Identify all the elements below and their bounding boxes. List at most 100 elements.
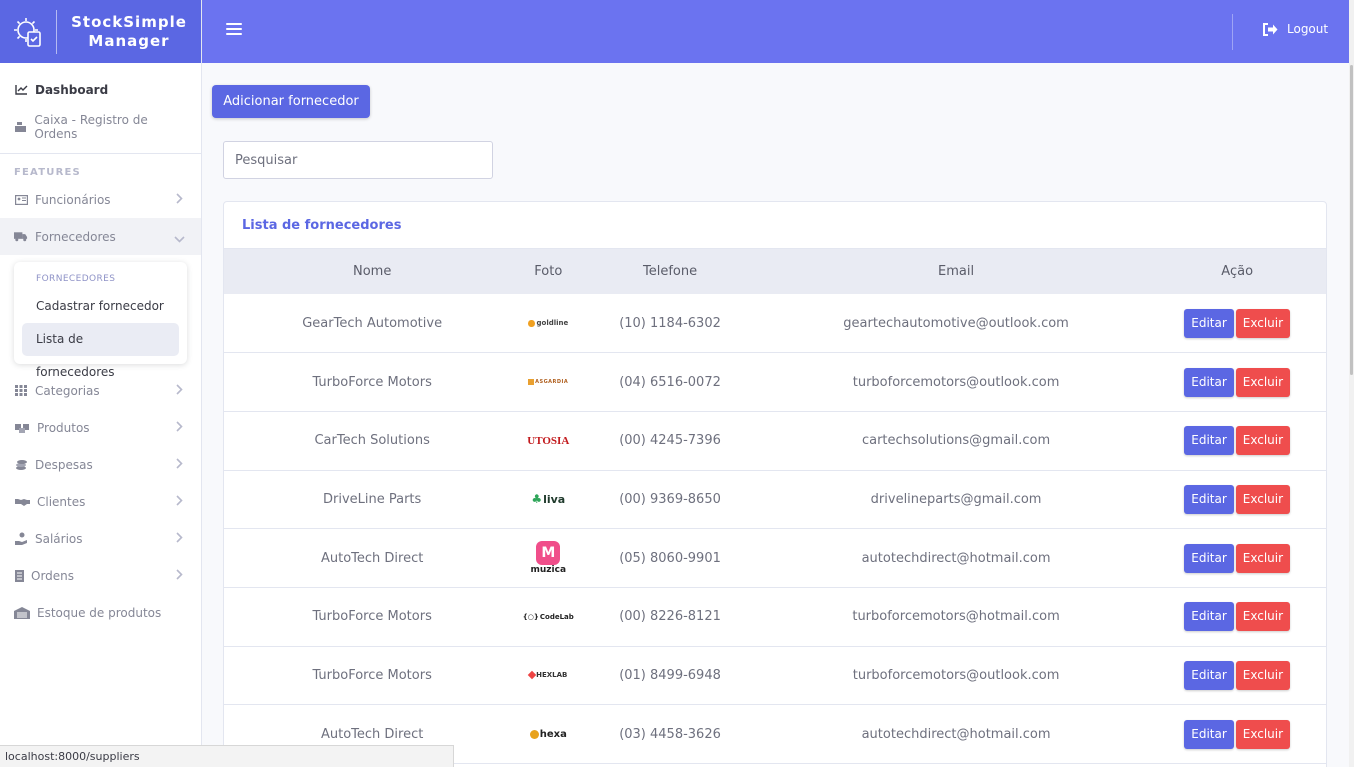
supplier-phone: (03) 4458-3626: [619, 726, 721, 742]
supplier-email: autotechdirect@hotmail.com: [861, 550, 1051, 566]
supplier-email: autotechdirect@hotmail.com: [861, 726, 1051, 742]
supplier-email: cartechsolutions@gmail.com: [861, 433, 1051, 449]
handshake-icon: [14, 495, 30, 509]
edit-button[interactable]: Editar: [1184, 308, 1234, 338]
edit-button[interactable]: Editar: [1184, 602, 1234, 632]
logo-text: hexa: [539, 728, 567, 740]
edit-button[interactable]: Editar: [1184, 719, 1234, 749]
coins-icon: [14, 458, 28, 472]
column-header-email[interactable]: Email: [764, 249, 1149, 294]
delete-button[interactable]: Excluir: [1235, 660, 1291, 690]
supplier-name: TurboForce Motors: [312, 667, 432, 683]
logo-text: HEXLAB: [536, 671, 568, 680]
supplier-logo: hexa: [528, 716, 568, 752]
supplier-phone: (00) 4245-7396: [619, 433, 721, 449]
supplier-logo: HEXLAB: [527, 657, 568, 693]
column-header-telefone[interactable]: Telefone: [576, 249, 764, 294]
edit-button[interactable]: Editar: [1184, 484, 1234, 514]
supplier-name: CarTech Solutions: [314, 433, 430, 449]
delete-button[interactable]: Excluir: [1235, 308, 1291, 338]
cash-register-icon: [14, 120, 27, 134]
column-header-foto[interactable]: Foto: [520, 249, 576, 294]
edit-button[interactable]: Editar: [1184, 660, 1234, 690]
sidebar-item-label: Dashboard: [35, 82, 109, 97]
logo-text: ASGARDIA: [535, 379, 569, 386]
table-row: TurboForce Motors ASGARDIA (04) 6516-007…: [224, 353, 1326, 412]
table-row: AutoTech Direct Mmuzica (05) 8060-9901 a…: [224, 529, 1326, 588]
sidebar-item-fornecedores[interactable]: Fornecedores: [0, 218, 201, 255]
search-input[interactable]: [223, 141, 493, 179]
chevron-right-icon: [176, 421, 183, 435]
edit-button[interactable]: Editar: [1184, 543, 1234, 573]
edit-button[interactable]: Editar: [1184, 367, 1234, 397]
truck-icon: [14, 230, 28, 244]
sidebar-item-label: Caixa - Registro de Ordens: [34, 112, 148, 141]
receipt-icon: [14, 569, 24, 583]
add-supplier-button[interactable]: Adicionar fornecedor: [212, 85, 370, 118]
sidebar-divider: [0, 153, 201, 154]
sidebar-item-label: Categorias: [35, 383, 100, 398]
sidebar-item-label: Salários: [35, 531, 83, 546]
sidebar-item-despesas[interactable]: Despesas: [0, 446, 201, 483]
delete-button[interactable]: Excluir: [1235, 484, 1291, 514]
sidebar-item-funcionarios[interactable]: Funcionários: [0, 181, 201, 218]
sidebar-item-produtos[interactable]: Produtos: [0, 409, 201, 446]
sidebar-heading-features: FEATURES: [14, 167, 81, 178]
brand[interactable]: StockSimple Manager: [0, 0, 201, 63]
chevron-right-icon: [176, 532, 183, 546]
boxes-icon: [14, 421, 30, 435]
table-row: CarTech Solutions UTOSIA (00) 4245-7396 …: [224, 411, 1326, 471]
sidebar-item-dashboard[interactable]: Dashboard: [0, 71, 201, 108]
chevron-right-icon: [176, 495, 183, 509]
logout-button[interactable]: Logout: [1262, 22, 1328, 36]
supplier-name: TurboForce Motors: [312, 374, 432, 390]
supplier-logo: UTOSIA: [527, 423, 570, 459]
sidebar-item-clientes[interactable]: Clientes: [0, 483, 201, 520]
chevron-right-icon: [176, 569, 183, 583]
chart-line-icon: [14, 83, 28, 97]
menu-toggle-icon[interactable]: [226, 23, 242, 37]
supplier-name: TurboForce Motors: [312, 609, 432, 625]
table-row: TurboForce Motors HEXLAB (01) 8499-6948 …: [224, 646, 1326, 705]
suppliers-card: Lista de fornecedores Nome Foto Telefone…: [223, 201, 1327, 767]
delete-button[interactable]: Excluir: [1235, 367, 1291, 397]
sidebar-item-label: Despesas: [35, 457, 93, 472]
supplier-phone: (00) 9369-8650: [619, 491, 721, 507]
delete-button[interactable]: Excluir: [1235, 602, 1291, 632]
submenu-item-cadastrar-fornecedor[interactable]: Cadastrar fornecedor: [22, 290, 179, 323]
column-header-nome[interactable]: Nome: [224, 249, 520, 294]
sidebar-item-label: Ordens: [31, 568, 75, 583]
delete-button[interactable]: Excluir: [1235, 543, 1291, 573]
brand-title-line2: Manager: [88, 31, 170, 50]
sidebar: StockSimple Manager Dashboard Caixa - Re…: [0, 0, 202, 767]
page-scrollbar[interactable]: [1349, 0, 1354, 767]
hand-money-icon: [14, 532, 28, 546]
delete-button[interactable]: Excluir: [1235, 719, 1291, 749]
supplier-phone: (04) 6516-0072: [619, 374, 721, 390]
supplier-name: GearTech Automotive: [302, 315, 443, 331]
sidebar-item-salarios[interactable]: Salários: [0, 520, 201, 557]
table-row: DriveLine Parts ♣ liva (00) 9369-8650 dri…: [224, 470, 1326, 529]
logo-text: UTOSIA: [527, 434, 570, 447]
brand-title: StockSimple Manager: [57, 13, 201, 51]
sidebar-item-estoque[interactable]: Estoque de produtos: [0, 594, 201, 631]
delete-button[interactable]: Excluir: [1235, 426, 1291, 456]
topbar: Logout: [202, 0, 1349, 63]
scrollbar-thumb[interactable]: [1350, 65, 1353, 375]
grid-icon: [14, 384, 28, 398]
supplier-email: turboforcemotors@hotmail.com: [852, 609, 1060, 625]
submenu-item-lista-fornecedores[interactable]: Lista de fornecedores: [22, 323, 179, 379]
supplier-email: turboforcemotors@outlook.com: [852, 667, 1060, 683]
logo-text: muzica: [530, 565, 567, 576]
supplier-logo: ASGARDIA: [528, 364, 568, 400]
column-header-acao[interactable]: Ação: [1148, 249, 1326, 294]
sidebar-item-caixa[interactable]: Caixa - Registro de Ordens: [0, 108, 201, 145]
sidebar-item-categorias[interactable]: Categorias: [0, 372, 201, 409]
edit-button[interactable]: Editar: [1184, 426, 1234, 456]
supplier-email: drivelineparts@gmail.com: [870, 491, 1042, 507]
supplier-name: DriveLine Parts: [322, 491, 422, 507]
table-row: TurboForce Motors {○} CodeLab (00) 8226-8…: [224, 587, 1326, 647]
brand-title-line1: StockSimple: [71, 12, 187, 31]
sidebar-item-ordens[interactable]: Ordens: [0, 557, 201, 594]
sidebar-item-label: Clientes: [37, 494, 86, 509]
